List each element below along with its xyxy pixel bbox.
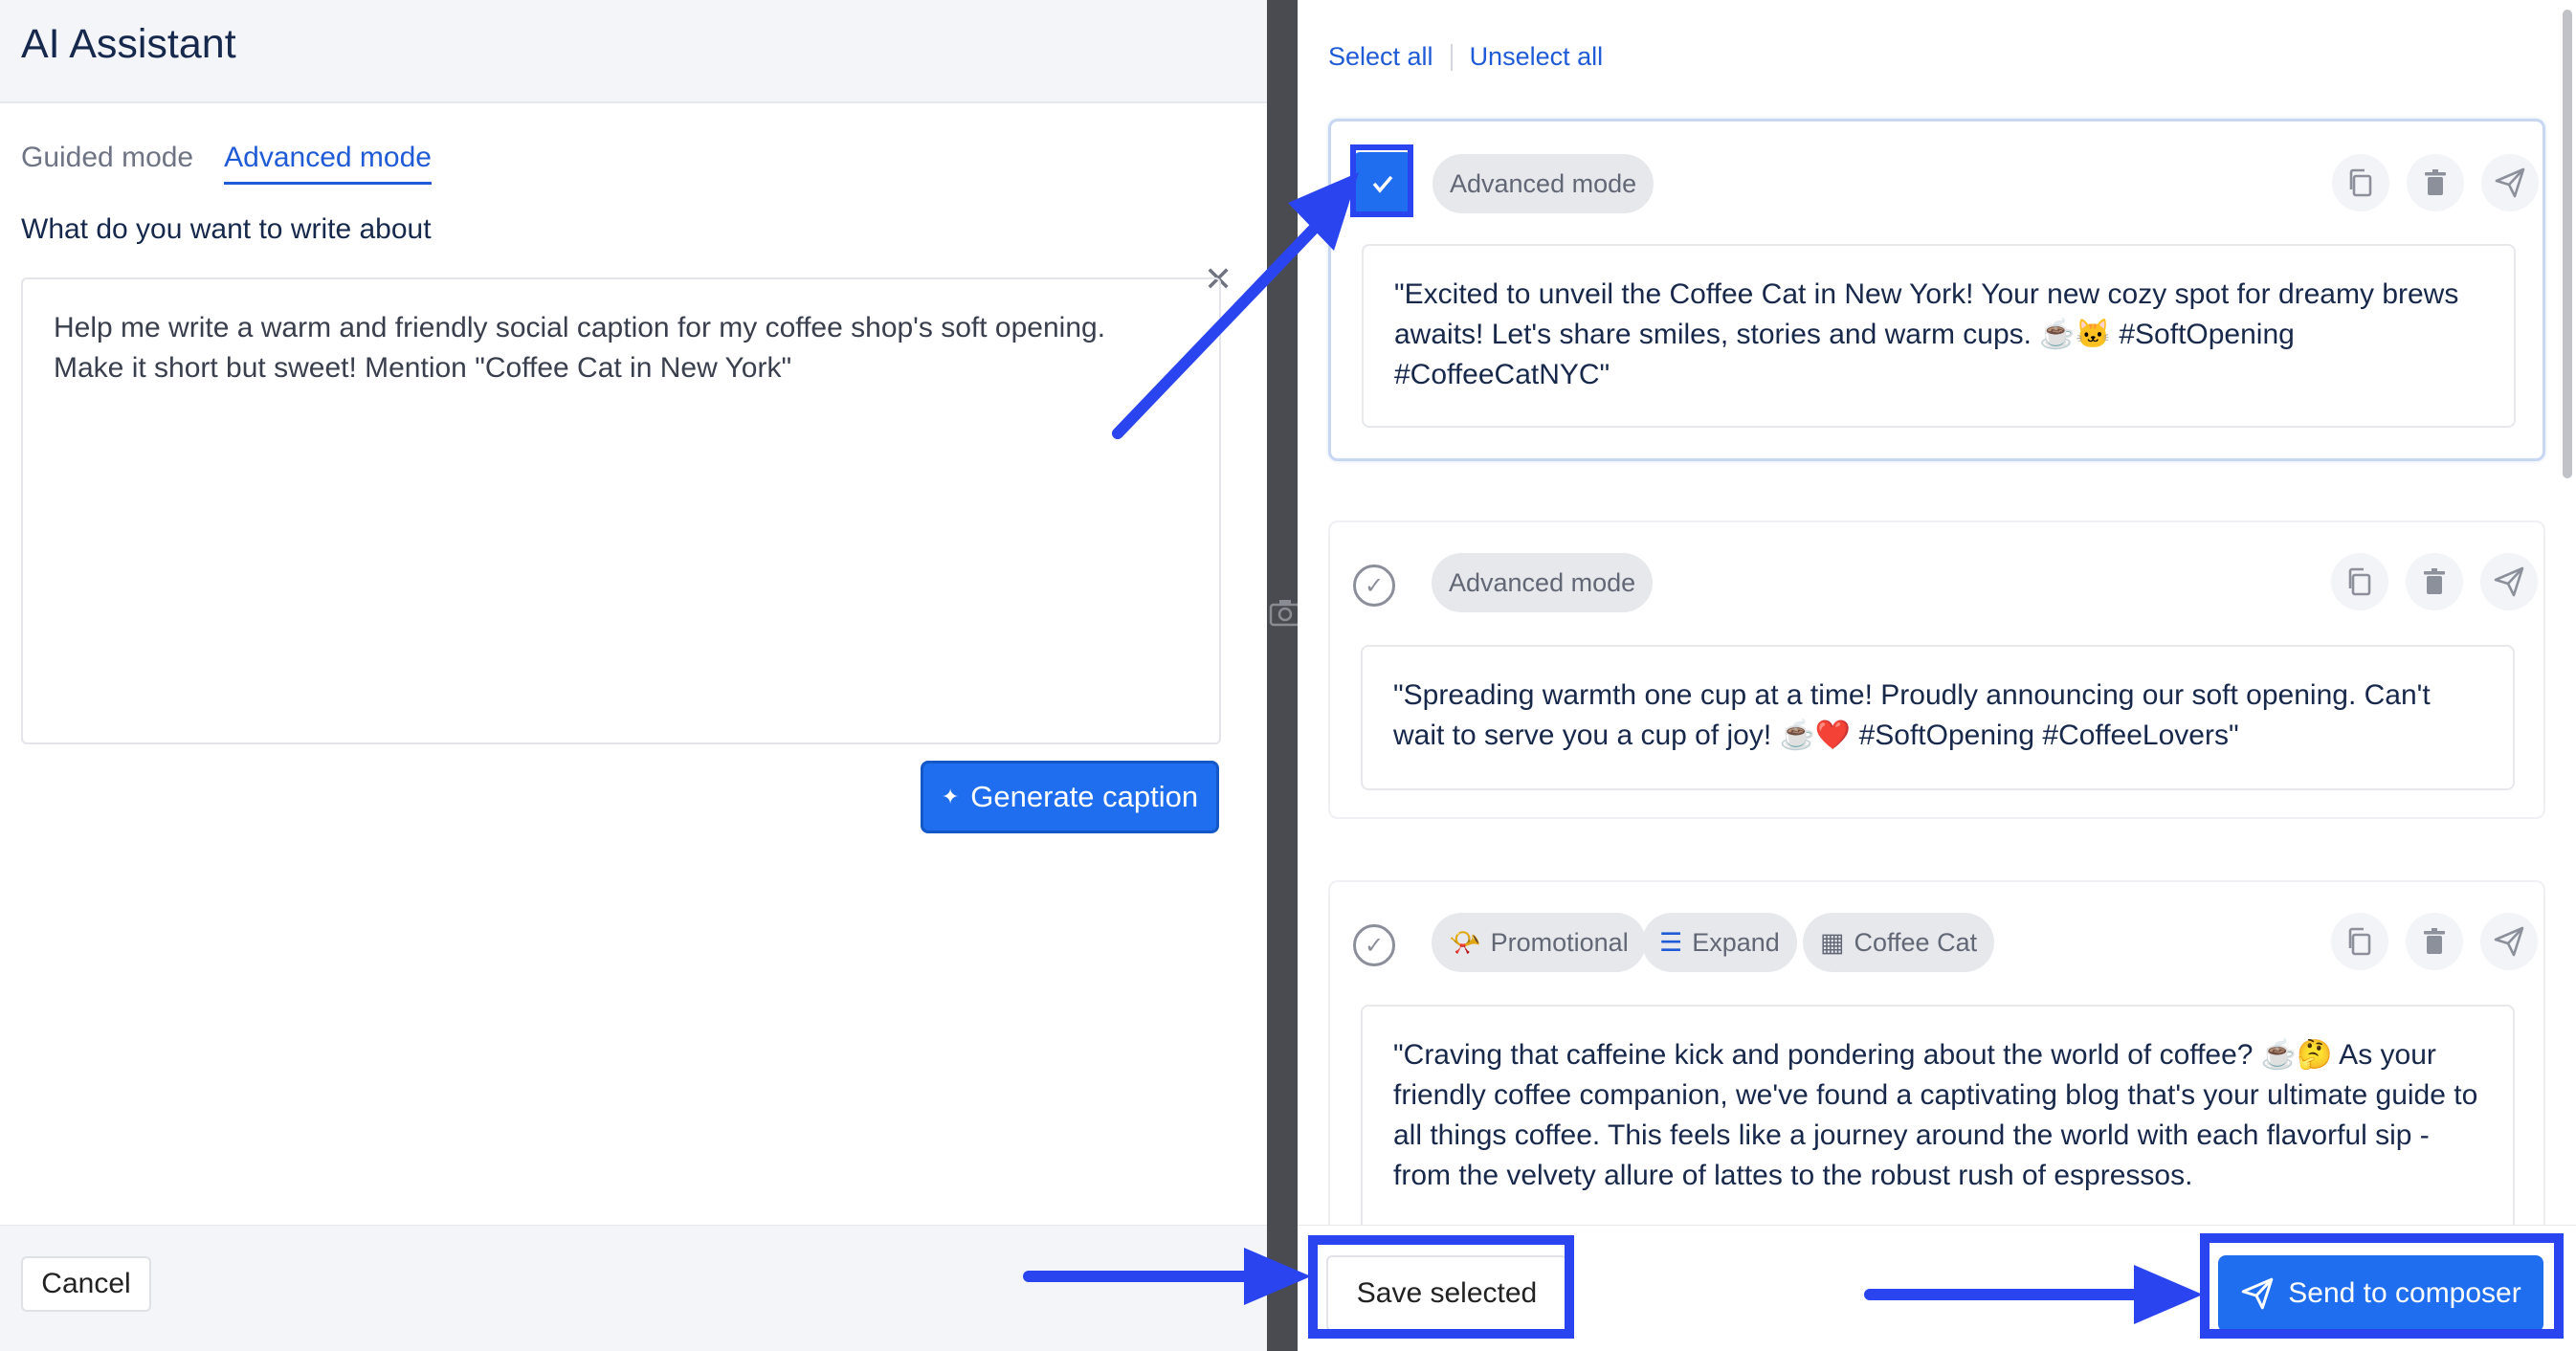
caption-text[interactable]: "Excited to unveil the Coffee Cat in New… [1362, 244, 2516, 428]
copy-icon [2348, 927, 2371, 956]
tag-chip: ☰ Expand [1642, 913, 1797, 972]
tag-chip: ▦ Coffee Cat [1803, 913, 1995, 972]
mode-tabs: Guided mode Advanced mode [0, 103, 1267, 185]
tab-advanced-mode[interactable]: Advanced mode [224, 142, 432, 185]
lines-icon: ☰ [1659, 927, 1683, 957]
building-icon: ▦ [1820, 927, 1845, 957]
trash-icon [2424, 928, 2445, 954]
send-button[interactable] [2480, 553, 2538, 610]
generate-caption-button[interactable]: ✦ Generate caption [921, 761, 1219, 833]
right-footer: Save selected Send to composer [1298, 1225, 2576, 1351]
delete-button[interactable] [2407, 154, 2464, 211]
panel-header: AI Assistant [0, 0, 1267, 103]
copy-button[interactable] [2332, 154, 2389, 211]
page-title: AI Assistant [21, 21, 236, 67]
prompt-label: What do you want to write about [21, 213, 432, 245]
selection-links: Select all Unselect all [1328, 42, 1603, 72]
tag-label: Advanced mode [1450, 168, 1637, 198]
paper-plane-icon [2495, 167, 2525, 198]
copy-button[interactable] [2331, 913, 2388, 970]
copy-icon [2349, 168, 2372, 197]
camera-icon [1269, 598, 1301, 635]
megaphone-icon: 📯 [1449, 928, 1481, 957]
paper-plane-icon [2241, 1277, 2274, 1310]
save-selected-button[interactable]: Save selected [1326, 1255, 1567, 1332]
tag-label: Expand [1692, 927, 1780, 957]
tag-chip: 📯 Promotional [1432, 913, 1646, 972]
cancel-button[interactable]: Cancel [21, 1256, 151, 1312]
panel-divider [1267, 0, 1298, 1351]
paper-plane-icon [2494, 566, 2524, 597]
tag-chip: Advanced mode [1432, 154, 1654, 213]
trash-icon [2425, 169, 2446, 195]
copy-button[interactable] [2331, 553, 2388, 610]
tag-label: Promotional [1490, 927, 1629, 957]
card-checkbox[interactable]: ✓ [1353, 924, 1395, 966]
unselect-all-link[interactable]: Unselect all [1470, 42, 1604, 72]
delete-button[interactable] [2406, 553, 2463, 610]
delete-button[interactable] [2406, 913, 2463, 970]
send-to-composer-label: Send to composer [2288, 1277, 2521, 1309]
caption-text[interactable]: "Craving that caffeine kick and ponderin… [1361, 1005, 2515, 1227]
tag-label: Advanced mode [1449, 567, 1636, 597]
caption-text[interactable]: "Spreading warmth one cup at a time! Pro… [1361, 645, 2515, 790]
ai-assistant-panel: AI Assistant Guided mode Advanced mode W… [0, 0, 1267, 1351]
copy-icon [2348, 567, 2371, 596]
left-footer: Cancel [0, 1225, 1267, 1351]
tab-guided-mode[interactable]: Guided mode [21, 142, 193, 185]
trash-icon [2424, 568, 2445, 594]
scrollbar[interactable] [2563, 10, 2572, 478]
card-checkbox[interactable] [1354, 152, 1411, 215]
prompt-text: Help me write a warm and friendly social… [54, 312, 1106, 384]
tag-chip: Advanced mode [1432, 553, 1654, 612]
paper-plane-icon [2494, 926, 2524, 957]
send-button[interactable] [2481, 154, 2539, 211]
sparkle-icon: ✦ [941, 785, 960, 808]
caption-card: Advanced mode "Excited to unveil the Cof… [1328, 119, 2545, 461]
send-to-composer-button[interactable]: Send to composer [2218, 1255, 2543, 1332]
separator [1450, 43, 1453, 71]
results-panel: Select all Unselect all Advanced mode "E… [1298, 0, 2576, 1351]
caption-card: ✓ Advanced mode "Spreading warmth one cu… [1328, 520, 2545, 819]
card-checkbox[interactable]: ✓ [1353, 565, 1395, 607]
select-all-link[interactable]: Select all [1328, 42, 1433, 72]
send-button[interactable] [2480, 913, 2538, 970]
generate-caption-label: Generate caption [970, 780, 1199, 813]
caption-card: ✓ 📯 Promotional ☰ Expand ▦ Coffee Cat "C… [1328, 880, 2545, 1227]
prompt-textarea[interactable]: Help me write a warm and friendly social… [21, 277, 1221, 744]
tag-label: Coffee Cat [1854, 927, 1978, 957]
